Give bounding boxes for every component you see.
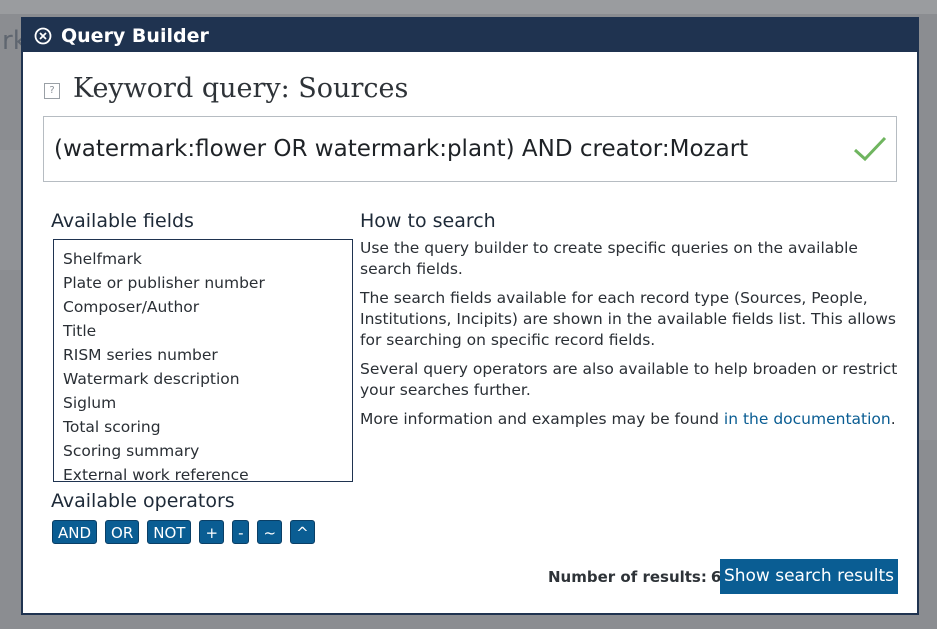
field-item-total-scoring[interactable]: Total scoring <box>54 415 352 439</box>
help-square-icon[interactable]: ? <box>44 83 60 99</box>
available-fields-list[interactable]: Shelfmark Plate or publisher number Comp… <box>53 239 353 482</box>
field-item-scoring-summary[interactable]: Scoring summary <box>54 439 352 463</box>
field-item-watermark[interactable]: Watermark description <box>54 367 352 391</box>
field-item-external-work[interactable]: External work reference <box>54 463 352 481</box>
modal-header: Query Builder <box>23 19 917 52</box>
close-circle-icon[interactable] <box>33 26 53 46</box>
field-item-title[interactable]: Title <box>54 319 352 343</box>
help-paragraph-2: The search fields available for each rec… <box>360 289 896 349</box>
background-sidebar <box>0 150 21 270</box>
page-title: Keyword query: Sources <box>73 73 409 104</box>
operators-row: AND OR NOT + - ~ ^ <box>52 520 315 544</box>
modal-title: Query Builder <box>61 24 209 47</box>
show-search-results-button[interactable]: Show search results <box>720 559 898 594</box>
results-count-label: Number of results: 6 <box>548 568 721 586</box>
operator-and-button[interactable]: AND <box>52 520 98 544</box>
field-item-rism-series[interactable]: RISM series number <box>54 343 352 367</box>
field-item-shelfmark[interactable]: Shelfmark <box>54 247 352 271</box>
operator-not-button[interactable]: NOT <box>147 520 192 544</box>
help-paragraph-4-suffix: . <box>890 410 896 428</box>
help-paragraph-4: More information and examples may be fou… <box>360 409 900 430</box>
how-to-search-heading: How to search <box>360 210 496 232</box>
checkmark-icon <box>853 136 887 162</box>
query-field <box>43 116 897 182</box>
documentation-link[interactable]: in the documentation <box>724 410 891 428</box>
help-text: Use the query builder to create specific… <box>360 238 900 438</box>
query-input[interactable] <box>44 128 852 170</box>
operator-caret-button[interactable]: ^ <box>290 520 315 544</box>
available-operators-heading: Available operators <box>51 490 235 512</box>
operator-plus-button[interactable]: + <box>199 520 225 544</box>
field-item-composer[interactable]: Composer/Author <box>54 295 352 319</box>
field-item-siglum[interactable]: Siglum <box>54 391 352 415</box>
query-builder-modal: Query Builder ? Keyword query: Sources A… <box>21 17 919 615</box>
help-paragraph-3: Several query operators are also availab… <box>360 360 898 399</box>
operator-or-button[interactable]: OR <box>105 520 140 544</box>
operator-tilde-button[interactable]: ~ <box>257 520 283 544</box>
help-paragraph-4-prefix: More information and examples may be fou… <box>360 410 724 428</box>
background-panel <box>919 260 937 440</box>
available-fields-heading: Available fields <box>51 210 194 232</box>
help-paragraph-1: Use the query builder to create specific… <box>360 239 858 278</box>
field-item-plate-number[interactable]: Plate or publisher number <box>54 271 352 295</box>
operator-minus-button[interactable]: - <box>232 520 250 544</box>
background-top-bar <box>0 0 937 14</box>
results-label-text: Number of results: <box>548 568 707 586</box>
